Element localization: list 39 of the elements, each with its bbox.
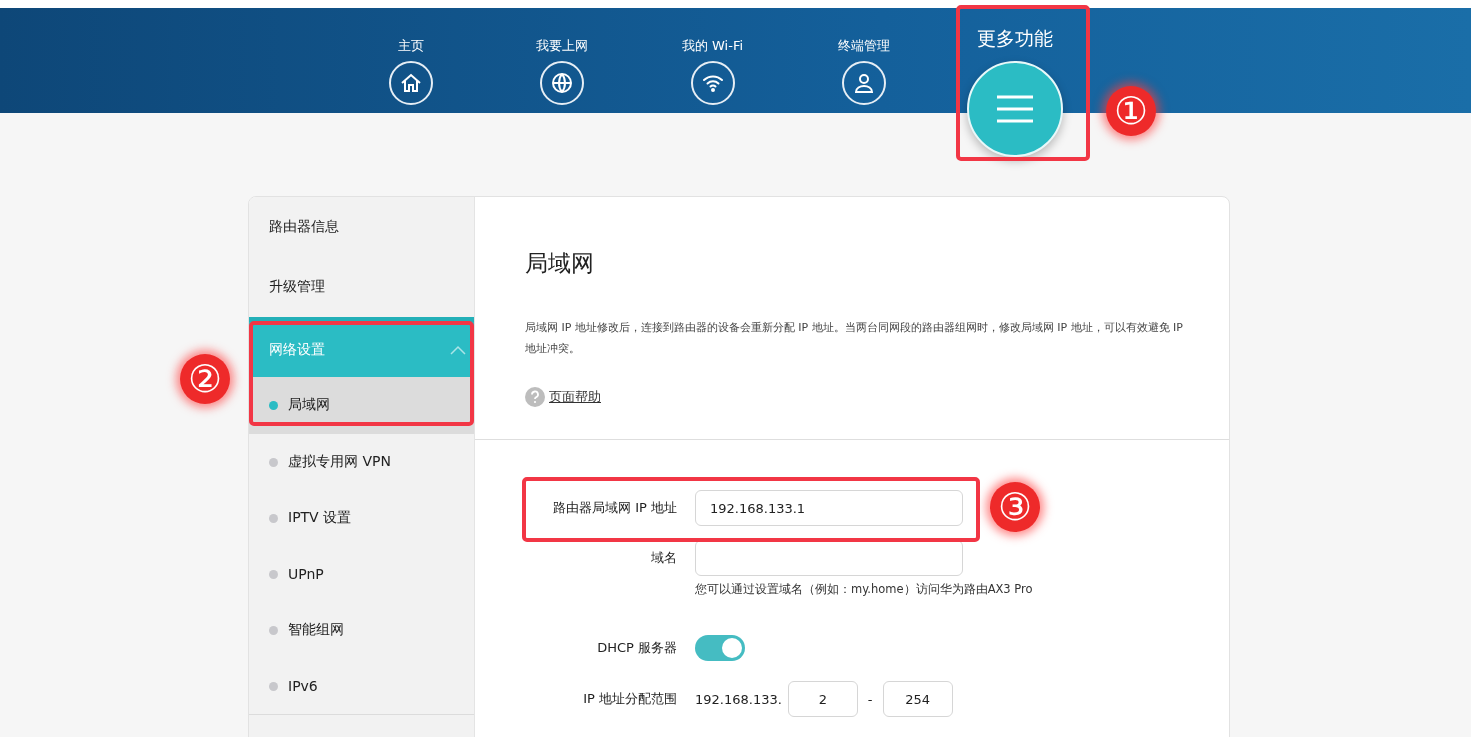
sidebar-item[interactable]: 升级管理 [249,257,474,317]
sidebar-item[interactable]: 路由器信息 [249,197,474,257]
bullet-icon [269,625,278,635]
hint-text: 您可以通过设置域名（例如：my.home）访问华为路由AX3 Pro [695,582,1034,597]
sidebar-subitem[interactable]: 智能组网 [249,602,474,658]
range-separator: - [867,691,873,707]
nav-tab[interactable]: 我的 Wi-Fi [637,8,788,113]
field-label: DHCP 服务器 [596,639,677,657]
nav-tab[interactable]: 我要上网 [486,8,637,113]
sidebar-subitem[interactable]: IPTV 设置 [249,490,474,546]
range-start-field[interactable]: 2 [787,681,858,717]
field-label: 域名 [650,549,677,567]
bullet-icon [269,400,278,410]
dhcp-toggle[interactable] [695,635,745,661]
nav-tab[interactable]: 主页 [335,8,486,113]
step-number-badge: ① [1106,86,1156,136]
ip-prefix-text: 192.168.133. [695,691,782,707]
field-label: IP 地址分配范围 [582,690,677,708]
bullet-icon [269,457,278,467]
description-text: 局域网 IP 地址修改后，连接到路由器的设备会重新分配 IP 地址。当两台同网段的路由器组网时，修改局域网 IP 地址，可以有效避免 IP 地址冲突。 [525,320,1184,357]
domain-field[interactable] [695,540,963,576]
ip-address-field[interactable]: 192.168.133.1 [695,490,963,526]
page-title: 局域网 [525,249,595,278]
step-number-badge: ② [180,354,230,404]
sidebar-subitem[interactable]: 局域网 [249,377,474,433]
help-link[interactable]: 页面帮助 [549,388,601,406]
sidebar-subitem[interactable]: IPv6 [249,658,474,714]
nav-tab[interactable]: 终端管理 [788,8,939,113]
bullet-icon [269,569,278,579]
sidebar-subitem[interactable]: 虚拟专用网 VPN [249,434,474,490]
range-end-field[interactable]: 254 [882,681,953,717]
help-icon [525,387,545,407]
menu-icon [994,94,1035,124]
field-label: 路由器局域网 IP 地址 [552,499,677,517]
bullet-icon [269,513,278,523]
globe-icon [549,71,574,95]
bullet-icon [269,681,278,691]
sidebar-subitem[interactable]: UPnP [249,546,474,602]
chevron-icon [450,344,466,355]
